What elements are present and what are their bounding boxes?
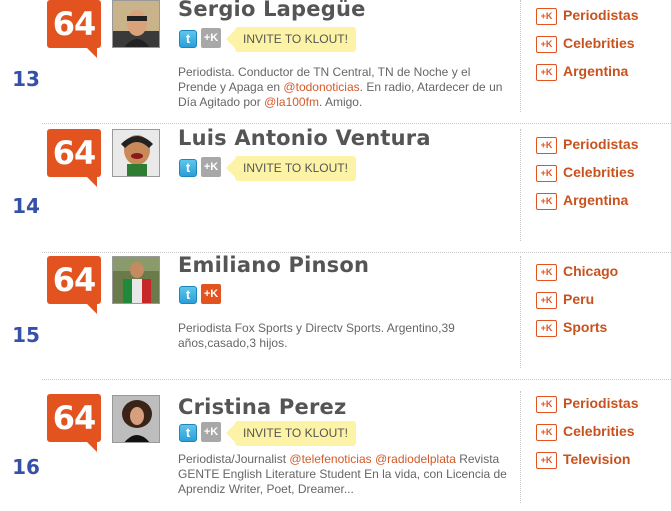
topic-label[interactable]: Television [563, 451, 630, 467]
plus-k-icon[interactable]: +K [536, 64, 557, 81]
klout-icon[interactable]: +K [201, 284, 221, 304]
plus-k-icon[interactable]: +K [536, 396, 557, 413]
topic-label[interactable]: Argentina [563, 63, 628, 79]
topic-label[interactable]: Peru [563, 291, 594, 307]
invite-to-klout-button[interactable]: INVITE TO KLOUT! [226, 27, 356, 52]
user-bio: Periodista Fox Sports y Directv Sports. … [178, 321, 455, 350]
twitter-icon[interactable]: t [179, 424, 197, 442]
bio-mention-link[interactable]: @telefenoticias [289, 452, 371, 466]
topic-label[interactable]: Celebrities [563, 423, 635, 439]
rank-number: 16 [12, 455, 40, 479]
topic-label[interactable]: Celebrities [563, 35, 635, 51]
avatar[interactable] [112, 0, 160, 48]
user-bio: Periodista/Journalist @telefenoticias @r… [178, 452, 507, 496]
topic-label[interactable]: Celebrities [563, 164, 635, 180]
column-divider [520, 391, 521, 503]
rank-number: 13 [12, 67, 40, 91]
list-item: 13 64 Sergio Lapegüe t +K INVITE TO KLOU… [0, 0, 671, 124]
list-item: 16 64 Cristina Perez t +K INVITE TO KLOU… [0, 381, 671, 508]
klout-score-badge[interactable]: 64 [47, 394, 101, 454]
topic-label[interactable]: Argentina [563, 192, 628, 208]
score-badge-tail [85, 302, 97, 314]
column-divider [520, 0, 521, 112]
topic-label[interactable]: Periodistas [563, 395, 638, 411]
avatar[interactable] [112, 129, 160, 177]
user-bio: Periodista. Conductor de TN Central, TN … [178, 65, 503, 109]
list-item: 15 64 Emiliano Pinson t +K Periodista Fo… [0, 253, 671, 380]
klout-icon[interactable]: +K [201, 157, 221, 177]
row-divider [42, 379, 671, 380]
score-value: 64 [47, 256, 101, 304]
klout-icon[interactable]: +K [201, 28, 221, 48]
klout-score-badge[interactable]: 64 [47, 0, 101, 60]
klout-icon[interactable]: +K [201, 422, 221, 442]
plus-k-icon[interactable]: +K [536, 36, 557, 53]
klout-score-badge[interactable]: 64 [47, 256, 101, 316]
score-value: 64 [47, 129, 101, 177]
twitter-icon[interactable]: t [179, 159, 197, 177]
score-value: 64 [47, 0, 101, 48]
column-divider [520, 256, 521, 368]
row-divider [42, 123, 671, 124]
score-badge-tail [85, 175, 97, 187]
twitter-icon[interactable]: t [179, 30, 197, 48]
plus-k-icon[interactable]: +K [536, 165, 557, 182]
plus-k-icon[interactable]: +K [536, 320, 557, 337]
rank-number: 14 [12, 194, 40, 218]
plus-k-icon[interactable]: +K [536, 424, 557, 441]
score-badge-tail [85, 440, 97, 452]
score-value: 64 [47, 394, 101, 442]
user-name[interactable]: Cristina Perez [178, 395, 346, 419]
plus-k-icon[interactable]: +K [536, 8, 557, 25]
rank-number: 15 [12, 323, 40, 347]
bio-mention-link[interactable]: @radiodelplata [375, 452, 456, 466]
plus-k-icon[interactable]: +K [536, 193, 557, 210]
plus-k-icon[interactable]: +K [536, 137, 557, 154]
topic-label[interactable]: Periodistas [563, 7, 638, 23]
score-badge-tail [85, 46, 97, 58]
topic-label[interactable]: Sports [563, 319, 607, 335]
avatar[interactable] [112, 256, 160, 304]
topic-label[interactable]: Periodistas [563, 136, 638, 152]
twitter-icon[interactable]: t [179, 286, 197, 304]
user-name[interactable]: Luis Antonio Ventura [178, 126, 431, 150]
list-item: 14 64 Luis Antonio Ventura t +K INVITE T… [0, 126, 671, 253]
klout-score-badge[interactable]: 64 [47, 129, 101, 189]
plus-k-icon[interactable]: +K [536, 292, 557, 309]
avatar[interactable] [112, 395, 160, 443]
topic-label[interactable]: Chicago [563, 263, 618, 279]
invite-to-klout-button[interactable]: INVITE TO KLOUT! [226, 156, 356, 181]
plus-k-icon[interactable]: +K [536, 452, 557, 469]
user-name[interactable]: Emiliano Pinson [178, 253, 369, 277]
invite-to-klout-button[interactable]: INVITE TO KLOUT! [226, 421, 356, 446]
plus-k-icon[interactable]: +K [536, 264, 557, 281]
bio-mention-link[interactable]: @todonoticias [283, 80, 359, 94]
user-name[interactable]: Sergio Lapegüe [178, 0, 366, 21]
bio-mention-link[interactable]: @la100fm [264, 95, 319, 109]
column-divider [520, 129, 521, 241]
